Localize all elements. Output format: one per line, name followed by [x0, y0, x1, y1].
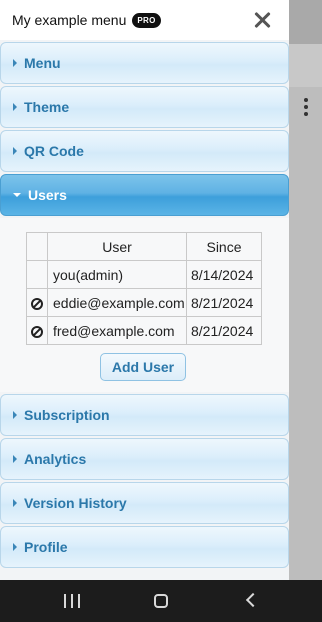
section-theme[interactable]: Theme	[0, 86, 289, 128]
row-icon-cell	[26, 316, 48, 345]
ban-icon[interactable]	[31, 325, 43, 338]
row-icon-cell	[26, 288, 48, 317]
drawer-header: My example menu PRO	[0, 0, 289, 40]
kebab-icon[interactable]	[299, 96, 313, 118]
chevron-down-icon	[13, 193, 21, 197]
row-icon-cell	[26, 260, 48, 289]
table-header-since: Since	[186, 232, 262, 261]
chevron-right-icon	[13, 455, 17, 463]
section-label: QR Code	[24, 143, 84, 159]
table-header-icon	[26, 232, 48, 261]
chevron-right-icon	[13, 59, 17, 67]
section-label: Subscription	[24, 407, 110, 423]
background-app-header	[289, 0, 322, 44]
section-label: Version History	[24, 495, 127, 511]
recents-icon[interactable]	[64, 594, 80, 608]
back-icon[interactable]	[245, 592, 261, 608]
chevron-right-icon	[13, 411, 17, 419]
section-label: Menu	[24, 55, 61, 71]
user-since: 8/21/2024	[186, 288, 262, 317]
section-version-history[interactable]: Version History	[0, 482, 289, 524]
chevron-right-icon	[13, 147, 17, 155]
section-menu[interactable]: Menu	[0, 42, 289, 84]
pro-badge: PRO	[132, 12, 161, 28]
add-user-button[interactable]: Add User	[100, 353, 186, 381]
drawer-title: My example menu	[12, 12, 127, 28]
section-analytics[interactable]: Analytics	[0, 438, 289, 480]
table-row: you(admin) 8/14/2024	[26, 260, 262, 289]
navigation-drawer: My example menu PRO Menu Theme QR Code U…	[0, 0, 289, 580]
chevron-right-icon	[13, 103, 17, 111]
section-label: Theme	[24, 99, 70, 115]
users-table: User Since you(admin) 8/14/2024 eddie@ex…	[26, 232, 262, 345]
section-subscription[interactable]: Subscription	[0, 394, 289, 436]
section-profile[interactable]: Profile	[0, 526, 289, 568]
user-email: fred@example.com	[47, 316, 187, 345]
ban-icon[interactable]	[31, 297, 43, 310]
background-app-band	[289, 44, 322, 87]
section-label: Profile	[24, 539, 68, 555]
user-since: 8/14/2024	[186, 260, 262, 289]
users-panel: User Since you(admin) 8/14/2024 eddie@ex…	[0, 218, 289, 392]
table-row: fred@example.com 8/21/2024	[26, 316, 262, 345]
user-email: eddie@example.com	[47, 288, 187, 317]
system-nav-bar	[0, 580, 322, 622]
user-email: you(admin)	[47, 260, 187, 289]
background-app	[289, 0, 322, 580]
table-header-row: User Since	[26, 232, 262, 261]
home-icon[interactable]	[154, 594, 168, 608]
section-label: Analytics	[24, 451, 87, 467]
chevron-right-icon	[13, 543, 17, 551]
chevron-right-icon	[13, 499, 17, 507]
section-qr-code[interactable]: QR Code	[0, 130, 289, 172]
table-header-user: User	[47, 232, 187, 261]
close-icon[interactable]	[251, 9, 273, 31]
table-row: eddie@example.com 8/21/2024	[26, 288, 262, 317]
section-users[interactable]: Users	[0, 174, 289, 216]
section-label: Users	[28, 187, 67, 203]
user-since: 8/21/2024	[186, 316, 262, 345]
